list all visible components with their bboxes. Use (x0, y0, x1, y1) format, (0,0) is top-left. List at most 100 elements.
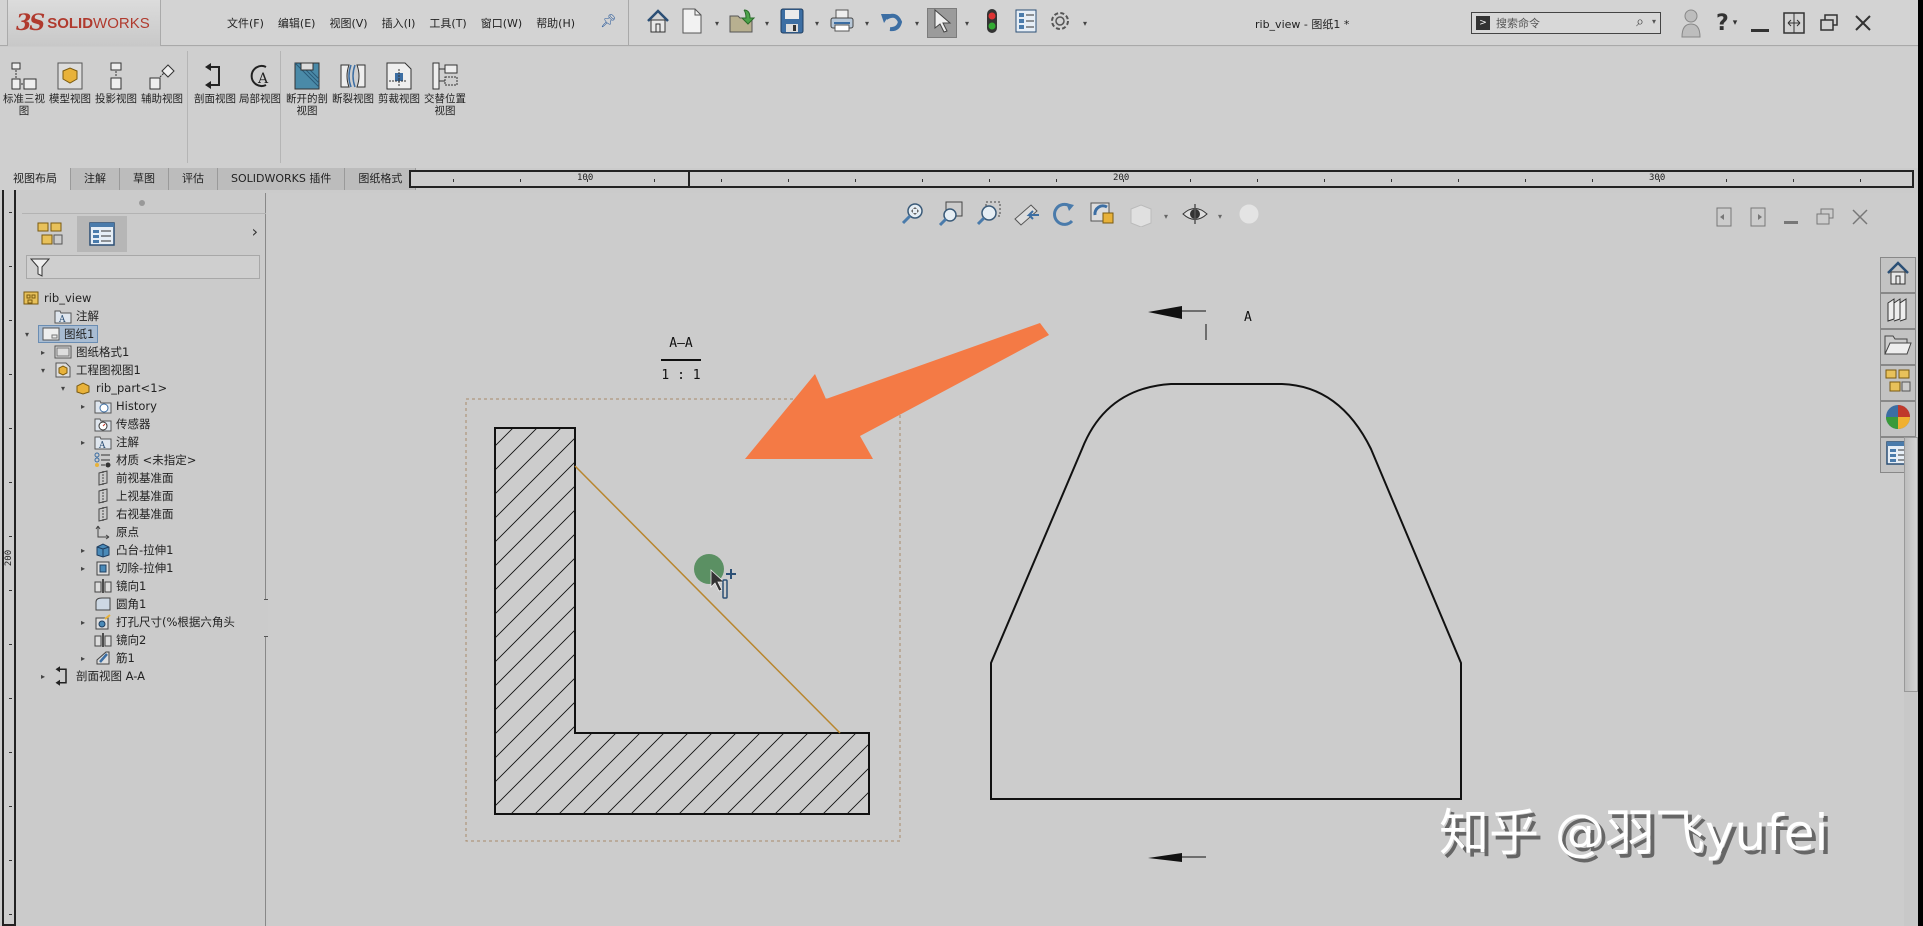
minimize-icon[interactable] (1751, 28, 1770, 32)
close-icon[interactable] (1853, 13, 1873, 33)
tree-item[interactable]: ▸ 凸台-拉伸1 (78, 541, 173, 559)
menu-item[interactable]: 编辑(E) (271, 15, 323, 31)
user-account-icon[interactable] (1680, 8, 1702, 38)
file-properties-button[interactable] (1011, 8, 1041, 38)
section-view-scale[interactable]: 1 : 1 (661, 368, 700, 383)
tab-1[interactable]: 注解 (71, 168, 120, 190)
section-cut-label-top[interactable]: A (1244, 310, 1252, 325)
part-side-profile[interactable] (990, 383, 1462, 800)
tile-windows-icon[interactable] (1783, 12, 1806, 34)
expand-arrow-icon[interactable]: ▸ (78, 618, 88, 627)
home-button[interactable] (643, 8, 673, 38)
chevron-down-icon[interactable]: ▾ (861, 19, 873, 28)
tree-item[interactable]: ▾ 工程图视图1 (38, 361, 141, 379)
tree-item[interactable]: ▾ rib_part<1> (58, 379, 167, 397)
tree-item[interactable]: 镜向2 (78, 631, 146, 649)
expand-arrow-icon[interactable]: ▸ (78, 402, 88, 411)
collapse-arrow-icon[interactable]: ▾ (22, 330, 32, 339)
tree-item[interactable]: ▸ History (78, 397, 157, 415)
tree-item[interactable]: ▸ A 注解 (78, 433, 139, 451)
section-view-button[interactable]: 剖面视图 (193, 61, 237, 105)
property-manager-tab[interactable] (77, 216, 127, 252)
chevron-down-icon[interactable]: ▾ (911, 19, 923, 28)
expand-arrow-icon[interactable]: ▸ (78, 438, 88, 447)
tab-5[interactable]: 图纸格式 (345, 168, 417, 190)
new-document-button[interactable] (677, 8, 707, 38)
pin-menu-icon[interactable]: 📌︎ (600, 14, 617, 29)
restore-icon[interactable] (1819, 13, 1839, 33)
tree-item[interactable]: 右视基准面 (78, 505, 174, 523)
break-view-button[interactable]: 断裂视图 (331, 61, 375, 105)
collapse-arrow-icon[interactable]: ▾ (58, 384, 68, 393)
tree-item[interactable]: 传感器 (78, 415, 151, 433)
rib-edge-line[interactable] (574, 465, 841, 734)
expand-arrow-icon[interactable]: ▸ (38, 348, 48, 357)
menu-item[interactable]: 文件(F) (220, 15, 271, 31)
menu-item[interactable]: 帮助(H) (529, 15, 582, 31)
section-hatch-profile[interactable] (494, 427, 870, 815)
crop-view-button[interactable]: 剪裁视图 (377, 61, 421, 105)
section-cut-line-top[interactable] (1148, 306, 1207, 340)
expand-arrow-icon[interactable]: ▸ (78, 564, 88, 573)
chevron-down-icon[interactable]: ▾ (961, 19, 973, 28)
tree-item[interactable]: 上视基准面 (78, 487, 174, 505)
chevron-right-icon[interactable]: › (252, 222, 258, 241)
tree-item[interactable]: ▾ 图纸1 (22, 325, 99, 343)
save-button[interactable] (777, 8, 807, 38)
tree-filter-input[interactable] (26, 255, 260, 279)
tree-item[interactable]: ▸ 筋1 (78, 649, 135, 667)
chevron-down-icon[interactable]: ▾ (1079, 19, 1091, 28)
select-pointer-button[interactable] (927, 8, 957, 38)
section-cut-line-bottom[interactable] (1148, 853, 1206, 862)
tree-item[interactable]: 材质 <未指定> (78, 451, 196, 469)
tab-4[interactable]: SOLIDWORKS 插件 (218, 168, 346, 190)
chevron-down-icon[interactable]: ▾ (711, 19, 723, 28)
tree-item[interactable]: 圆角1 (78, 595, 146, 613)
help-dropdown-icon[interactable]: ▾ (1733, 18, 1738, 28)
menu-item[interactable]: 窗口(W) (474, 15, 529, 31)
tree-item[interactable]: A 注解 (38, 307, 99, 325)
tab-0[interactable]: 视图布局 (0, 168, 71, 190)
solidworks-logo[interactable]: 3S SOLIDWORKS (7, 0, 161, 46)
expand-arrow-icon[interactable]: ▸ (78, 654, 88, 663)
panel-grip[interactable] (139, 200, 145, 206)
undo-button[interactable] (877, 8, 907, 38)
feature-tree-tab[interactable] (25, 216, 75, 252)
menu-item[interactable]: 工具(T) (422, 15, 473, 31)
broken-out-section-button[interactable]: 断开的剖视图 (285, 61, 329, 117)
search-commands-input[interactable]: > 搜索命令 ⌕ ▾ (1471, 12, 1661, 34)
chevron-down-icon[interactable]: ▾ (761, 19, 773, 28)
tree-item[interactable]: rib_view (22, 289, 91, 307)
collapse-arrow-icon[interactable]: ▾ (38, 366, 48, 375)
tree-item[interactable]: ▸ 打孔尺寸(%根据六角头 (78, 613, 235, 631)
expand-arrow-icon[interactable]: ▸ (78, 546, 88, 555)
tree-item[interactable]: 原点 (78, 523, 139, 541)
standard-3-view-button[interactable]: 标准三视图 (2, 61, 46, 117)
chevron-down-icon[interactable]: ▾ (1652, 17, 1656, 26)
section-view-name[interactable]: A—A (669, 336, 693, 351)
tab-3[interactable]: 评估 (169, 168, 218, 190)
graphics-area[interactable]: ▾ ▾ A—A 1 : 1 A 知乎 @羽飞yufei 知乎 @羽飞yufei (268, 193, 1918, 926)
chevron-down-icon[interactable]: ▾ (811, 19, 823, 28)
auxiliary-view-button[interactable]: 辅助视图 (140, 61, 184, 105)
print-button[interactable] (827, 8, 857, 38)
detail-view-button[interactable]: A 局部视图 (238, 61, 282, 105)
ruler-tick (9, 752, 12, 753)
menu-item[interactable]: 插入(I) (375, 15, 423, 31)
menu-item[interactable]: 视图(V) (322, 15, 374, 31)
projected-view-button[interactable]: 投影视图 (94, 61, 138, 105)
tab-2[interactable]: 草图 (120, 168, 169, 190)
tree-item[interactable]: ▸ 图纸格式1 (38, 343, 129, 361)
help-icon[interactable]: ? (1716, 11, 1729, 36)
tree-item[interactable]: 镜向1 (78, 577, 146, 595)
options-gear-button[interactable] (1045, 8, 1075, 38)
alternate-position-view-button[interactable]: 交替位置视图 (423, 61, 467, 117)
open-folder-button[interactable] (727, 8, 757, 38)
tree-item[interactable]: ▸ 切除-拉伸1 (78, 559, 173, 577)
tree-item[interactable]: ▸ 剖面视图 A-A (38, 666, 145, 686)
search-icon[interactable]: ⌕ (1636, 14, 1644, 30)
tree-item[interactable]: 前视基准面 (78, 469, 174, 487)
rebuild-traffic-light-button[interactable] (977, 8, 1007, 38)
expand-arrow-icon[interactable]: ▸ (38, 672, 48, 681)
model-view-button[interactable]: 模型视图 (48, 61, 92, 105)
